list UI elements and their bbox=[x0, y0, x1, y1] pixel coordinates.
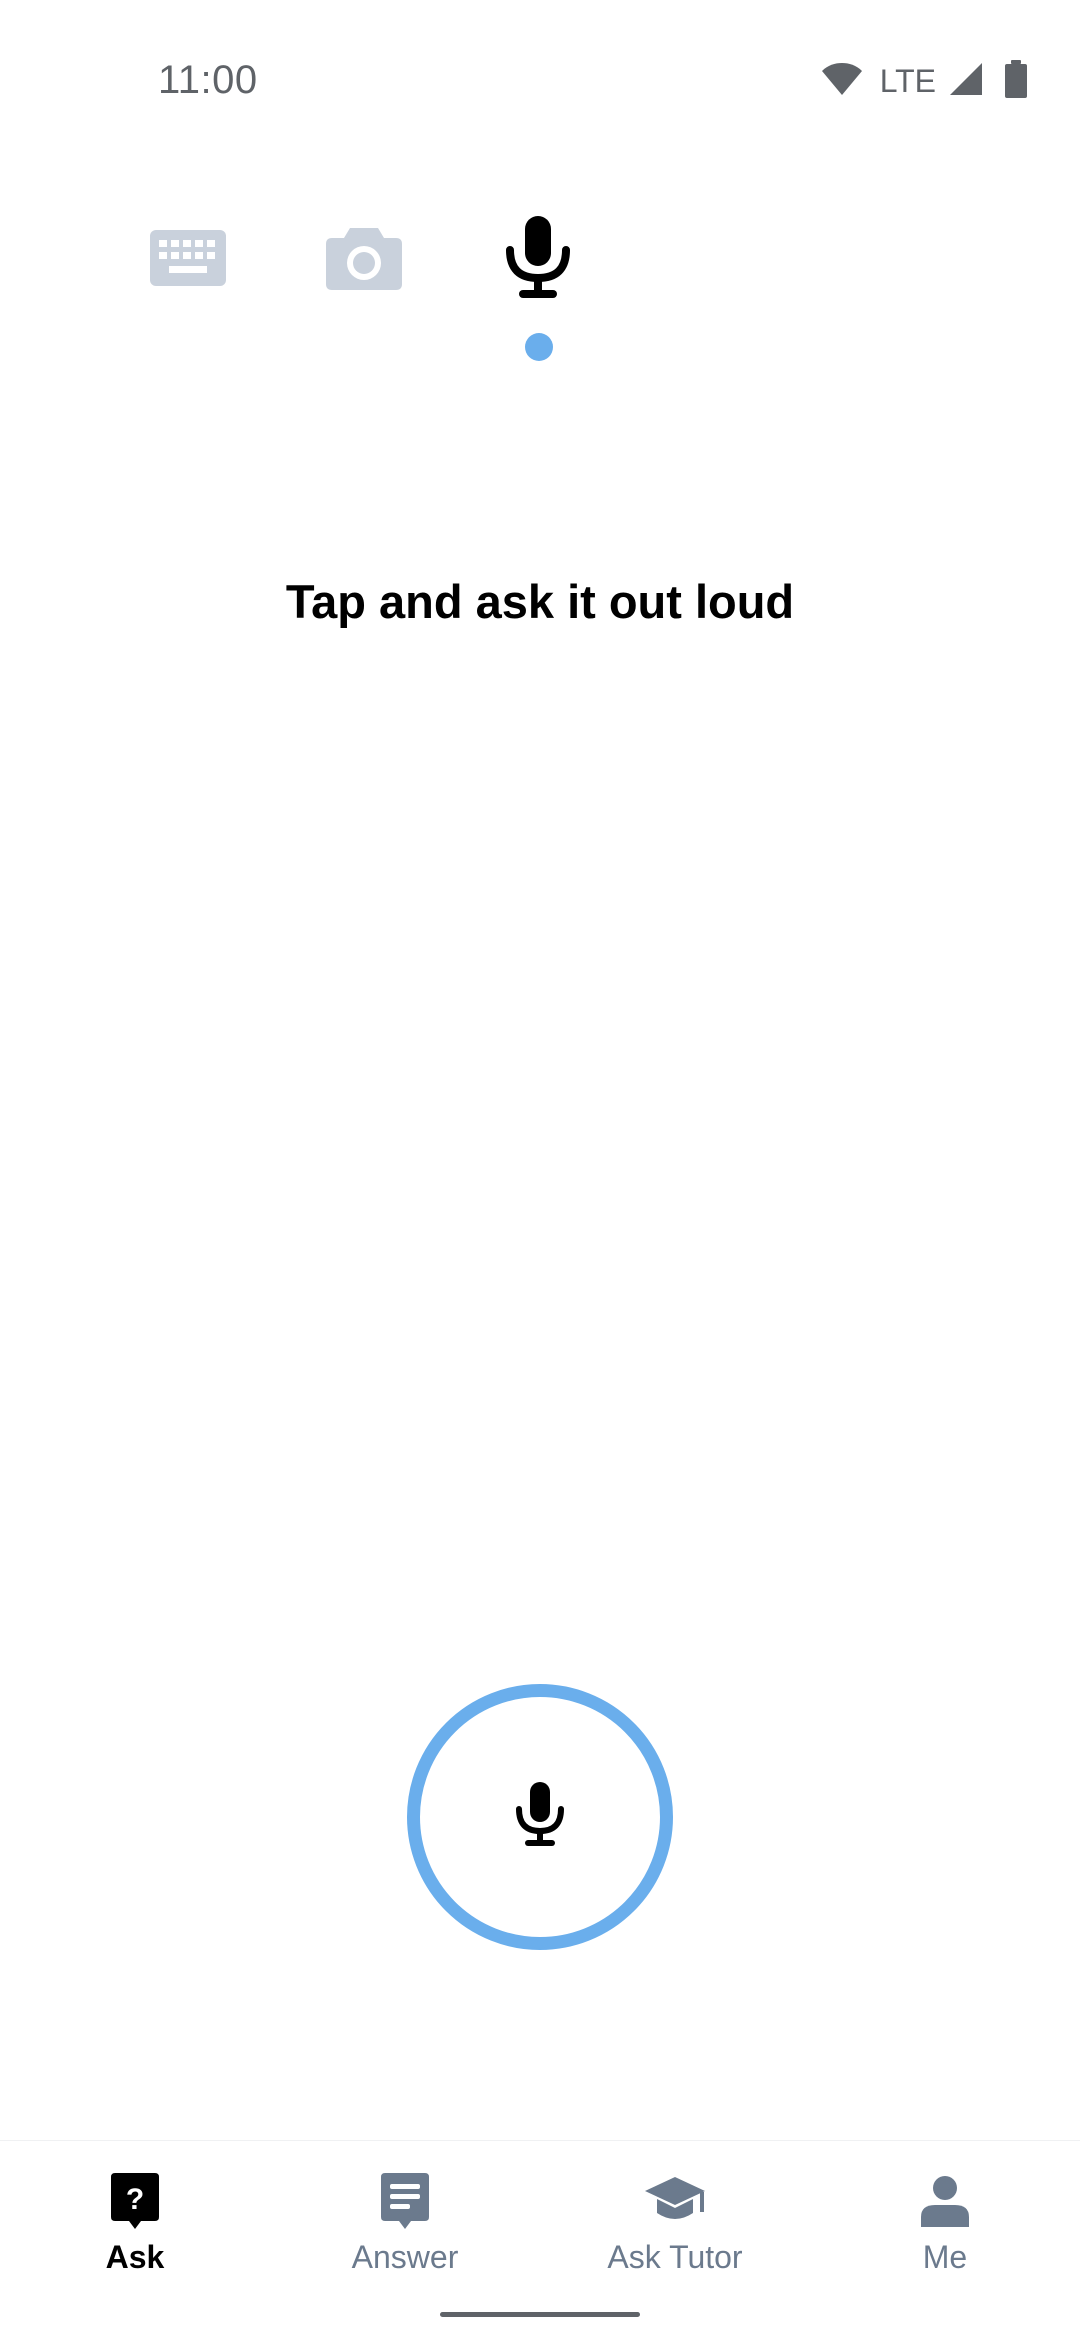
graduation-cap-icon bbox=[643, 2169, 707, 2233]
nav-label-ask: Ask bbox=[105, 2239, 165, 2275]
nav-item-ask-tutor[interactable]: Ask Tutor bbox=[540, 2169, 810, 2276]
camera-icon bbox=[326, 226, 402, 295]
battery-icon bbox=[1004, 60, 1028, 103]
home-indicator[interactable] bbox=[440, 2312, 640, 2317]
network-label: LTE bbox=[879, 63, 936, 99]
wifi-icon bbox=[820, 61, 864, 102]
nav-label-me: Me bbox=[922, 2239, 968, 2275]
person-icon bbox=[913, 2169, 977, 2233]
nav-item-me[interactable]: Me bbox=[810, 2169, 1080, 2276]
keyboard-mode-tab[interactable] bbox=[128, 200, 248, 320]
microphone-icon bbox=[505, 215, 571, 305]
microphone-icon bbox=[515, 1781, 565, 1853]
status-icons: LTE bbox=[820, 60, 1028, 103]
nav-label-ask-tutor: Ask Tutor bbox=[607, 2239, 743, 2275]
voice-prompt-text: Tap and ask it out loud bbox=[285, 575, 795, 628]
bottom-navigation: ? Ask Answer Ask Tutor Me bbox=[0, 2140, 1080, 2341]
status-bar: 11:00 LTE bbox=[0, 0, 1080, 160]
record-voice-button[interactable] bbox=[407, 1684, 673, 1950]
nav-label-answer: Answer bbox=[351, 2239, 459, 2275]
cell-signal-icon bbox=[948, 61, 984, 102]
keyboard-icon bbox=[150, 229, 226, 291]
active-mode-indicator bbox=[525, 333, 553, 361]
camera-mode-tab[interactable] bbox=[304, 200, 424, 320]
question-bubble-icon: ? bbox=[103, 2169, 167, 2233]
svg-text:?: ? bbox=[126, 2183, 144, 2216]
voice-mode-tab[interactable] bbox=[478, 200, 598, 320]
nav-item-answer[interactable]: Answer bbox=[270, 2169, 540, 2276]
answer-bubble-icon bbox=[373, 2169, 437, 2233]
status-time: 11:00 bbox=[158, 58, 258, 102]
nav-item-ask[interactable]: ? Ask bbox=[0, 2169, 270, 2276]
